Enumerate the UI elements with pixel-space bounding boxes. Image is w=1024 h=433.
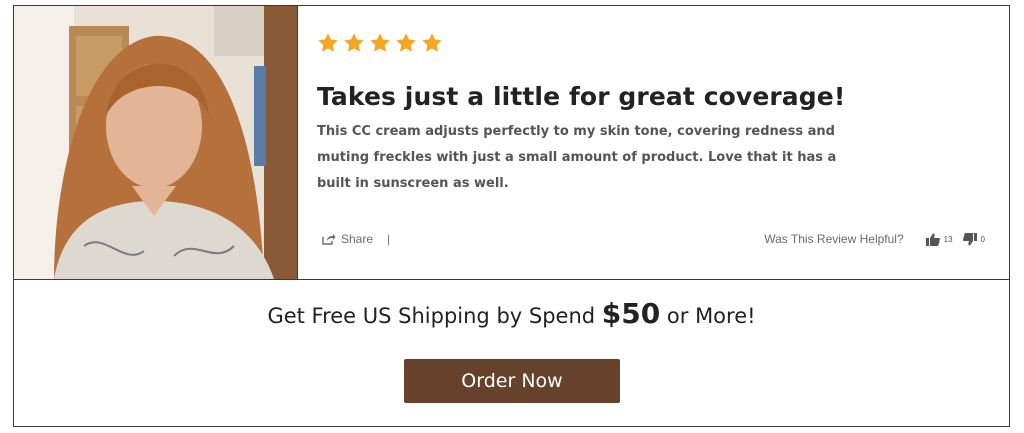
- review-section: Takes just a little for great coverage! …: [14, 6, 1009, 280]
- review-card: Takes just a little for great coverage! …: [13, 5, 1010, 427]
- thumbs-down-icon: [962, 232, 977, 245]
- review-actions: Share |: [322, 232, 390, 246]
- share-label: Share: [341, 232, 374, 246]
- review-title: Takes just a little for great coverage!: [317, 82, 846, 111]
- shipping-promo: Get Free US Shipping by Spend $50 or Mor…: [14, 297, 1009, 330]
- promo-text-before: Get Free US Shipping by Spend: [267, 304, 602, 328]
- star-icon: [318, 33, 338, 52]
- review-helpful: Was This Review Helpful? 13 0: [764, 232, 985, 246]
- star-icon: [396, 33, 416, 52]
- helpful-question: Was This Review Helpful?: [764, 232, 904, 246]
- star-icon: [370, 33, 390, 52]
- helpful-down-button[interactable]: 0: [962, 232, 985, 246]
- promo-amount: $50: [601, 297, 661, 330]
- order-now-button[interactable]: Order Now: [404, 359, 620, 403]
- action-separator: |: [387, 232, 391, 246]
- star-icon: [422, 33, 442, 52]
- review-body: This CC cream adjusts perfectly to my sk…: [317, 124, 837, 191]
- reviewer-photo-image: [14, 6, 297, 279]
- thumbs-up-icon: [925, 233, 940, 246]
- helpful-up-button[interactable]: 13: [925, 233, 953, 246]
- helpful-down-count: 0: [980, 234, 985, 244]
- share-button[interactable]: Share: [322, 232, 373, 246]
- share-icon: [322, 234, 336, 245]
- promo-text-after: or More!: [660, 304, 756, 328]
- star-rating: [317, 32, 443, 54]
- star-icon: [344, 33, 364, 52]
- review-content: Takes just a little for great coverage! …: [317, 6, 1009, 279]
- reviewer-photo: [14, 6, 298, 279]
- helpful-up-count: 13: [943, 234, 953, 244]
